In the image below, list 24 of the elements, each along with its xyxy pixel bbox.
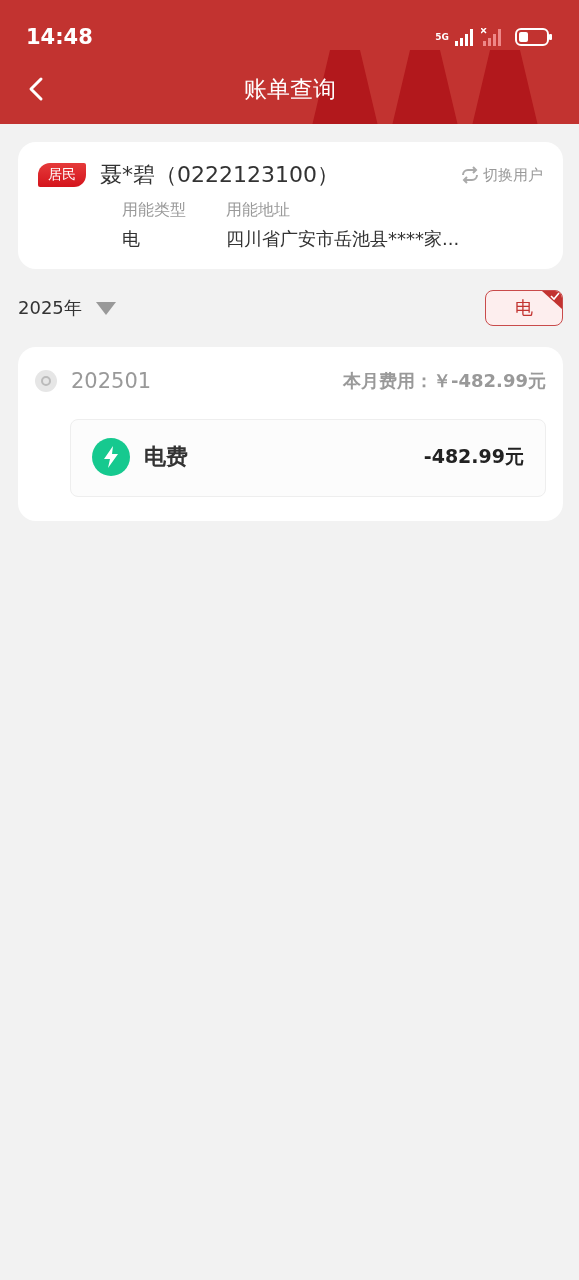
timeline-dot-icon (35, 370, 57, 392)
resident-tag: 居民 (38, 163, 86, 187)
status-time: 14:48 (26, 25, 94, 49)
field-value: 电 (122, 227, 141, 251)
bill-item-amount: -482.99元 (423, 444, 524, 469)
field-value: 四川省广安市岳池县****家... (226, 227, 461, 251)
energy-filter-chip[interactable]: 电 (485, 290, 563, 326)
bill-item[interactable]: 电费 -482.99元 (70, 419, 546, 497)
check-icon (542, 291, 562, 309)
user-name: 聂*碧（0222123100） (100, 161, 340, 189)
bill-month: 202501 (71, 369, 153, 393)
dropdown-icon (95, 301, 116, 315)
no-signal-icon (481, 28, 503, 46)
refresh-icon (459, 166, 481, 184)
network-label: 5G (435, 32, 449, 42)
bill-item-name: 电费 (144, 443, 189, 471)
monthly-total: 本月费用：￥-482.99元 (343, 369, 546, 393)
field-label: 用能地址 (226, 200, 291, 221)
page-title: 账单查询 (243, 74, 336, 104)
year-dropdown[interactable]: 2025年 (18, 296, 116, 320)
signal-icon (455, 28, 475, 46)
field-label: 用能类型 (122, 200, 186, 221)
lightning-icon (92, 438, 130, 476)
battery-icon (515, 28, 553, 46)
